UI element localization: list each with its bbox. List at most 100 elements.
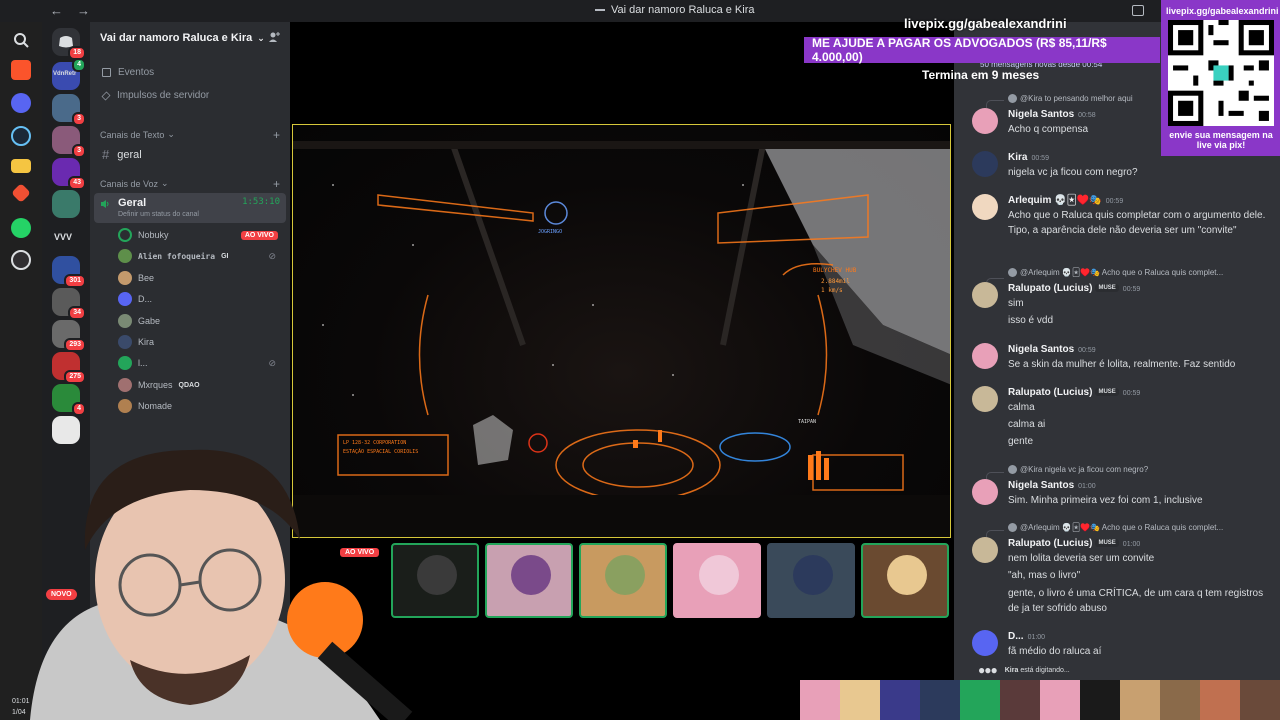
server-badge: 301	[64, 274, 86, 288]
text-category[interactable]: Canais de Texto ⌄ +	[100, 128, 280, 142]
search-icon[interactable]	[11, 30, 31, 50]
voice-user[interactable]: Bee	[118, 270, 280, 286]
participant-tile[interactable]	[579, 543, 667, 618]
voice-category-label: Canais de Voz	[100, 178, 159, 189]
reply-preview[interactable]: @Kira nigela vc ja ficou com negro?	[1008, 465, 1148, 474]
hud-jogringo: JOGRINGO	[538, 229, 563, 235]
guild-name: Vai dar namoro Raluca e Kira	[100, 32, 253, 44]
avatar	[800, 680, 840, 720]
guild-header[interactable]: Vai dar namoro Raluca e Kira ⌄	[90, 22, 290, 54]
voice-user[interactable]: l... ⊘	[118, 355, 280, 371]
add-channel-icon[interactable]: +	[273, 177, 280, 191]
forward-arrow-icon[interactable]: →	[77, 3, 90, 18]
server-icon[interactable]: 301	[52, 256, 86, 288]
message-username[interactable]: Ralupato (Lucius)	[1008, 283, 1092, 294]
voice-user[interactable]: Mxrques QDAO	[118, 377, 280, 393]
reply-preview[interactable]: @Arlequim 💀🃏♥️🎭 Acho que o Raluca quis c…	[1008, 523, 1223, 532]
participant-tile[interactable]	[485, 543, 573, 618]
message-username[interactable]: D...	[1008, 631, 1024, 642]
message-username[interactable]: Nigela Santos	[1008, 480, 1074, 491]
voice-user[interactable]: Nomade	[118, 398, 280, 414]
calendar-icon	[102, 68, 111, 77]
avatar	[1160, 680, 1200, 720]
server-badge: 3	[72, 112, 86, 126]
server-badge: 4	[72, 58, 86, 72]
message-username[interactable]: Nigela Santos	[1008, 344, 1074, 355]
server-icon[interactable]: 34	[52, 288, 86, 320]
server-badge: 3	[72, 144, 86, 158]
server-icon[interactable]: 275	[52, 352, 86, 384]
server-icon[interactable]: 293	[52, 320, 86, 352]
voice-channel-name: Geral	[118, 197, 147, 209]
folder-icon[interactable]	[11, 159, 31, 173]
avatar[interactable]	[972, 108, 998, 134]
back-arrow-icon[interactable]: ←	[50, 3, 63, 18]
reply-text: @Kira to pensando melhor aqui	[1020, 94, 1133, 103]
message-text: nem lolita deveria ser um convite	[1008, 553, 1155, 564]
server-badge: 34	[68, 306, 86, 320]
avatar[interactable]	[972, 151, 998, 177]
message-username[interactable]: Kira	[1008, 152, 1027, 163]
whatsapp-icon[interactable]	[11, 218, 31, 238]
voice-user[interactable]: Alien fofoqueira GI ⊘	[118, 248, 280, 264]
participant-tile[interactable]	[767, 543, 855, 618]
voice-user[interactable]: Kira	[118, 334, 280, 350]
invite-user-icon[interactable]	[268, 31, 280, 43]
avatar[interactable]	[972, 630, 998, 656]
voice-user[interactable]: D...	[118, 291, 280, 307]
message-username[interactable]: Nigela Santos	[1008, 109, 1074, 120]
obs-icon[interactable]	[11, 250, 31, 270]
message-username[interactable]: Ralupato (Lucius)	[1008, 387, 1092, 398]
user-tag: QDAO	[178, 381, 200, 389]
typing-indicator: ●●● Kira está digitando...	[978, 663, 1070, 677]
boost-icon	[101, 91, 111, 100]
avatar	[118, 271, 132, 285]
server-icon[interactable]: VdnRetr 4	[52, 58, 86, 90]
avatar	[840, 680, 880, 720]
webcam-feed: 01:01 1/04	[0, 430, 440, 720]
server-icon[interactable]: 3	[52, 126, 86, 158]
server-icon[interactable]: 3	[52, 94, 86, 126]
clock-time: 01:01	[12, 698, 30, 705]
inbox-icon[interactable]	[1132, 5, 1144, 16]
voice-user-name: Gabe	[138, 316, 161, 326]
avatar[interactable]	[972, 386, 998, 412]
window-title: Vai dar namoro Raluca e Kira	[595, 4, 754, 16]
participant-tile[interactable]	[673, 543, 761, 618]
channel-geral[interactable]: # geral	[102, 147, 142, 162]
avatar[interactable]	[972, 537, 998, 563]
git-icon[interactable]	[11, 183, 31, 203]
events-button[interactable]: Eventos	[102, 67, 154, 78]
server-icon[interactable]: VVV	[52, 224, 80, 252]
voice-category[interactable]: Canais de Voz ⌄ +	[100, 177, 280, 191]
avatar	[118, 399, 132, 413]
voice-user-name: Alien fofoqueira	[138, 251, 216, 261]
avatar[interactable]	[972, 282, 998, 308]
message-text: Se a skin da mulher é lolita, realmente.…	[1008, 359, 1236, 370]
brave-icon[interactable]	[11, 60, 31, 80]
avatar[interactable]	[972, 479, 998, 505]
server-boosts-button[interactable]: Impulsos de servidor	[101, 90, 209, 101]
donation-goal-bar: ME AJUDE A PAGAR OS ADVOGADOS (R$ 85,11/…	[804, 36, 1160, 64]
voice-user[interactable]: Nobuky AO VIVO	[118, 227, 280, 243]
server-icon[interactable]: 4	[52, 384, 86, 416]
add-channel-icon[interactable]: +	[273, 128, 280, 142]
message-username[interactable]: Arlequim 💀🃏♥️🎭	[1008, 195, 1102, 206]
direct-messages-button[interactable]: 18	[52, 28, 86, 60]
server-icon[interactable]: 43	[52, 158, 86, 190]
reply-preview[interactable]: @Kira to pensando melhor aqui	[1008, 94, 1133, 103]
avatar[interactable]	[972, 343, 998, 369]
live-badge: AO VIVO	[240, 230, 278, 240]
channel-status[interactable]: Definir um status do canal	[118, 211, 199, 218]
discord-icon[interactable]	[11, 93, 31, 113]
voice-channel-geral[interactable]: Geral 1:53:10 Definir um status do canal	[94, 193, 286, 223]
server-icon[interactable]	[52, 190, 80, 218]
voice-user[interactable]: Gabe	[118, 313, 280, 329]
steam-icon[interactable]	[11, 126, 31, 146]
participant-tile[interactable]	[861, 543, 949, 618]
message-text: gente, o livro é uma CRÍTICA, de um cara…	[1008, 588, 1264, 614]
avatar[interactable]	[972, 194, 998, 220]
message-time: 00:59	[1078, 347, 1096, 354]
reply-preview[interactable]: @Arlequim 💀🃏♥️🎭 Acho que o Raluca quis c…	[1008, 268, 1223, 277]
message-username[interactable]: Ralupato (Lucius)	[1008, 538, 1092, 549]
